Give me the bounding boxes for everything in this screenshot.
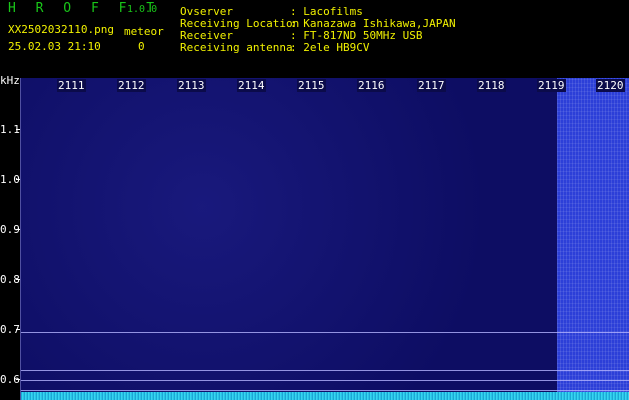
- waterfall-bright-region: [557, 78, 629, 400]
- freq-tick: [16, 179, 20, 180]
- time-tick-label: 2116: [357, 79, 386, 92]
- time-tick-label: 2111: [57, 79, 86, 92]
- time-tick-label: 2117: [417, 79, 446, 92]
- waterfall-display: [20, 78, 629, 400]
- carrier-line-bottom: [20, 390, 629, 391]
- time-tick-label: 2119: [537, 79, 566, 92]
- freq-tick: [16, 129, 20, 130]
- meteor-label: meteor: [124, 25, 164, 38]
- header-panel: H R O F F T 1.0.0 XX2502032110.png 25.02…: [0, 0, 629, 75]
- carrier-line-middle: [20, 370, 629, 371]
- time-tick-label: 2113: [177, 79, 206, 92]
- time-tick-label: 2120: [596, 79, 625, 92]
- carrier-line-upper: [20, 332, 629, 333]
- time-tick-label: 2118: [477, 79, 506, 92]
- time-tick-label: 2115: [297, 79, 326, 92]
- freq-tick: [16, 329, 20, 330]
- freq-tick: [16, 279, 20, 280]
- app-version: 1.0.0: [127, 4, 158, 15]
- antenna-value: : 2ele HB9CV: [290, 41, 370, 54]
- axis-line: [20, 78, 21, 400]
- frequency-unit: kHz: [0, 74, 20, 87]
- antenna-key: Receiving antenna: [180, 41, 293, 54]
- capture-timestamp: 25.02.03 21:10: [8, 40, 101, 53]
- freq-tick: [16, 229, 20, 230]
- capture-filename: XX2502032110.png: [8, 23, 114, 36]
- noise-floor-trace: [20, 392, 629, 400]
- time-tick-label: 2112: [117, 79, 146, 92]
- carrier-line-lower: [20, 380, 629, 381]
- freq-tick: [16, 379, 20, 380]
- meteor-count: 0: [138, 40, 145, 53]
- time-tick-label: 2114: [237, 79, 266, 92]
